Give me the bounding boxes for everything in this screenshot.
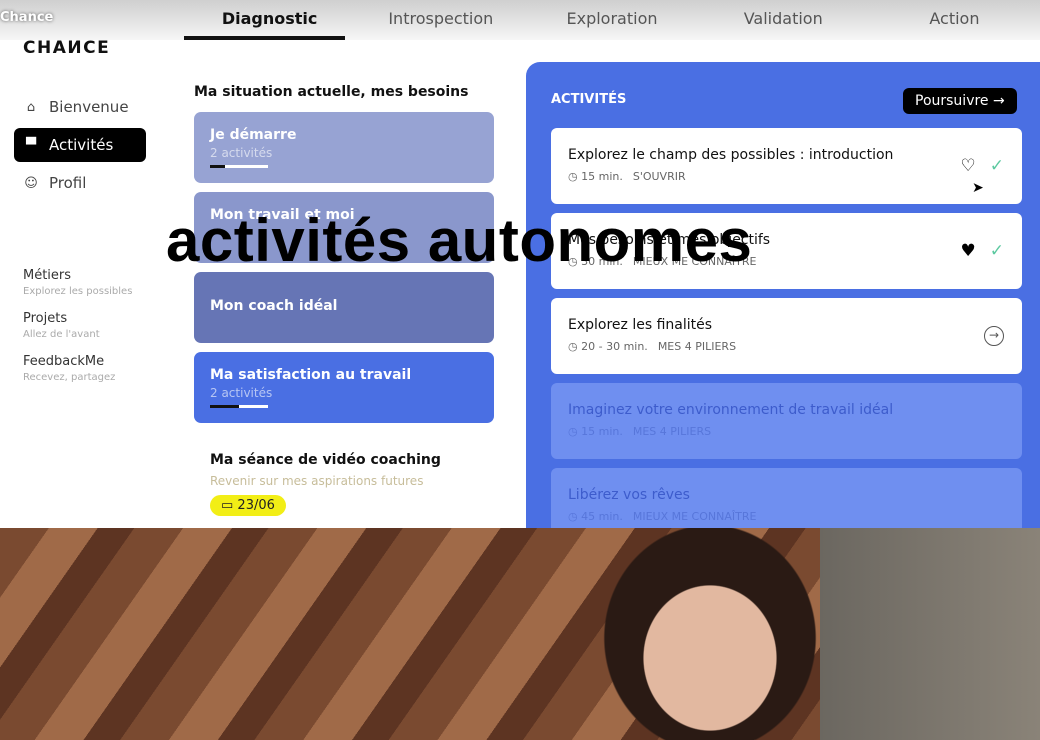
activity-item-locked: Libérez vos rêves ◷ 45 min. MIEUX ME CONNA… — [551, 468, 1022, 528]
coaching-session-card[interactable]: Ma séance de vidéo coaching Revenir sur m… — [194, 432, 494, 522]
sidebar-item-bienvenue[interactable]: ⌂ Bienvenue — [14, 90, 146, 124]
sidebar-section-metiers[interactable]: Métiers Explorez les possibles — [23, 268, 160, 297]
video-title: Chance — [0, 10, 54, 25]
activity-meta: ◷ 15 min. MES 4 PILIERS — [568, 425, 1005, 438]
sidebar: ⌂ Bienvenue ▀ Activités ☺ Profil Métiers Exp… — [0, 90, 160, 397]
sidebar-section-projets[interactable]: Projets Allez de l'avant — [23, 311, 160, 340]
progress-bar — [210, 165, 268, 168]
module-list: Je démarre 2 activités Mon travail et moi… — [194, 112, 494, 522]
activity-item[interactable]: Explorez le champ des possibles : introd… — [551, 128, 1022, 204]
stage-tabs: Diagnostic Introspection Exploration Val… — [184, 0, 1040, 40]
progress-bar — [210, 405, 268, 408]
activity-item[interactable]: Explorez les finalités ◷ 20 - 30 min. MES … — [551, 298, 1022, 374]
home-icon: ⌂ — [26, 99, 36, 115]
calendar-icon: ▭ — [221, 498, 238, 513]
section-subtitle: Recevez, partagez — [23, 372, 116, 383]
activity-title: Imaginez votre environnement de travail … — [568, 402, 894, 418]
module-title: Je démarre — [210, 127, 297, 143]
tab-validation[interactable]: Validation — [698, 0, 869, 40]
duration: 15 min. — [581, 425, 623, 438]
arrow-right-icon: → — [993, 93, 1005, 109]
webcam-person — [560, 528, 860, 740]
duration: 20 - 30 min. — [581, 340, 648, 353]
user-icon: ☺ — [24, 175, 38, 191]
module-title: Ma satisfaction au travail — [210, 367, 412, 383]
tag: MIEUX ME CONNAÎTRE — [632, 510, 757, 523]
clock-icon: ◷ — [568, 170, 582, 183]
tab-exploration[interactable]: Exploration — [526, 0, 697, 40]
clock-icon: ◷ — [568, 510, 582, 523]
sidebar-item-profil[interactable]: ☺ Profil — [14, 166, 146, 200]
tag: S'OUVRIR — [632, 170, 686, 183]
activity-title: Explorez les finalités — [568, 317, 713, 333]
app-window: Chance CHAИCE Diagnostic Introspection E… — [0, 0, 1040, 528]
section-title: Métiers — [23, 268, 72, 283]
section-title: Projets — [23, 311, 68, 326]
check-circle-icon[interactable]: ✓ — [990, 241, 1004, 261]
section-heading: Ma situation actuelle, mes besoins — [194, 84, 469, 100]
activities-panel: ACTIVITÉS Poursuivre → Explorez le champ… — [526, 62, 1040, 528]
section-subtitle: Explorez les possibles — [23, 286, 133, 297]
clock-icon: ◷ — [568, 340, 582, 353]
sidebar-item-label: Activités — [49, 136, 114, 154]
activity-meta: ◷ 45 min. MIEUX ME CONNAÎTRE — [568, 510, 1005, 523]
tab-action[interactable]: Action — [869, 0, 1040, 40]
activity-list: Explorez le champ des possibles : introd… — [551, 128, 1022, 528]
session-title: Ma séance de vidéo coaching — [210, 452, 441, 468]
tab-introspection[interactable]: Introspection — [355, 0, 526, 40]
module-card[interactable]: Je démarre 2 activités — [194, 112, 494, 183]
module-card[interactable]: Mon coach idéal — [194, 272, 494, 343]
session-date: 23/06 — [237, 498, 275, 513]
date-badge: ▭ 23/06 — [210, 495, 286, 516]
heart-outline-icon[interactable]: ♡ — [961, 156, 976, 176]
button-label: Poursuivre — [915, 93, 989, 109]
activity-meta: ◷ 15 min. S'OUVRIR — [568, 170, 1005, 183]
section-subtitle: Allez de l'avant — [23, 329, 100, 340]
module-count: 2 activités — [210, 146, 273, 160]
duration: 45 min. — [581, 510, 623, 523]
panel-title: ACTIVITÉS — [551, 92, 627, 107]
check-circle-icon[interactable]: ✓ — [990, 156, 1004, 176]
clock-icon: ◷ — [568, 425, 582, 438]
sidebar-item-label: Bienvenue — [49, 98, 129, 116]
heart-filled-icon[interactable]: ♥ — [961, 241, 976, 261]
activity-item-locked: Imaginez votre environnement de travail … — [551, 383, 1022, 459]
tag: MES 4 PILIERS — [632, 425, 712, 438]
sidebar-section-feedbackme[interactable]: FeedbackMe Recevez, partagez — [23, 354, 160, 383]
sidebar-item-label: Profil — [49, 174, 87, 192]
section-title: FeedbackMe — [23, 354, 105, 369]
continue-button[interactable]: Poursuivre → — [903, 88, 1017, 114]
arrow-circle-icon[interactable]: → — [984, 326, 1004, 346]
video-caption: activités autonomes — [166, 207, 753, 274]
session-subtitle: Revenir sur mes aspirations futures — [210, 474, 424, 488]
tab-diagnostic[interactable]: Diagnostic — [184, 0, 355, 40]
activity-title: Explorez le champ des possibles : introd… — [568, 147, 894, 163]
activity-title: Libérez vos rêves — [568, 487, 690, 503]
mouse-cursor-icon: ➤ — [972, 180, 984, 196]
activity-meta: ◷ 20 - 30 min. MES 4 PILIERS — [568, 340, 1005, 353]
logo: CHAИCE — [23, 38, 111, 58]
tag: MES 4 PILIERS — [657, 340, 737, 353]
sidebar-item-activites[interactable]: ▀ Activités — [14, 128, 146, 162]
module-title: Mon coach idéal — [210, 298, 338, 314]
module-count: 2 activités — [210, 386, 273, 400]
box-icon: ▀ — [26, 137, 36, 153]
module-card-active[interactable]: Ma satisfaction au travail 2 activités — [194, 352, 494, 423]
duration: 15 min. — [581, 170, 623, 183]
